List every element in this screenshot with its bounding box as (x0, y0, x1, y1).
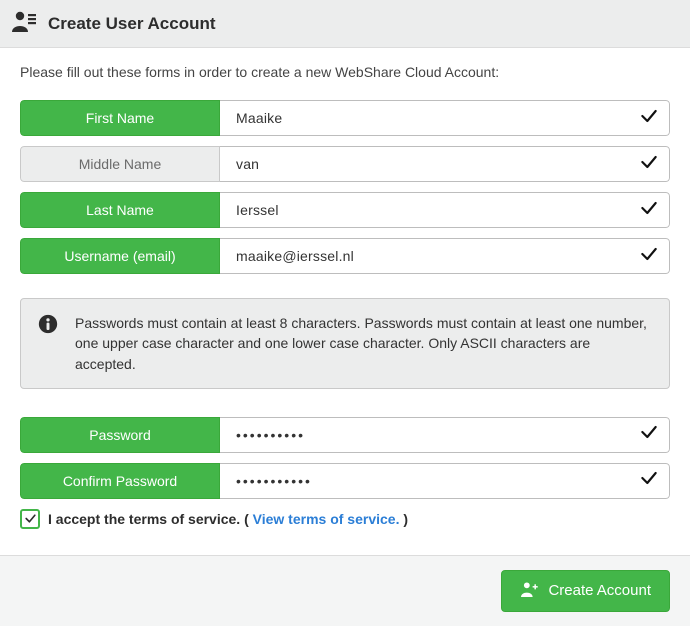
valid-check-icon (639, 198, 659, 223)
last-name-input[interactable]: Ierssel (220, 192, 670, 228)
terms-suffix: ) (399, 511, 408, 527)
user-plus-icon (520, 581, 538, 601)
first-name-row: First Name Maaike (20, 100, 670, 136)
dialog-footer: Create Account (0, 555, 690, 626)
dialog-title: Create User Account (48, 14, 216, 34)
first-name-input[interactable]: Maaike (220, 100, 670, 136)
middle-name-input[interactable]: van (220, 146, 670, 182)
valid-check-icon (639, 468, 659, 493)
dialog-content: Please fill out these forms in order to … (0, 48, 690, 537)
password-info-box: Passwords must contain at least 8 charac… (20, 298, 670, 389)
user-add-icon (12, 10, 36, 37)
middle-name-row: Middle Name van (20, 146, 670, 182)
intro-text: Please fill out these forms in order to … (20, 64, 670, 80)
middle-name-label: Middle Name (20, 146, 220, 182)
username-input[interactable]: maaike@ierssel.nl (220, 238, 670, 274)
last-name-row: Last Name Ierssel (20, 192, 670, 228)
create-account-button[interactable]: Create Account (501, 570, 670, 612)
terms-link[interactable]: View terms of service. (253, 511, 400, 527)
middle-name-value: van (236, 147, 639, 181)
username-label: Username (email) (20, 238, 220, 274)
dialog-header: Create User Account (0, 0, 690, 48)
valid-check-icon (639, 106, 659, 131)
password-label: Password (20, 417, 220, 453)
first-name-value: Maaike (236, 101, 639, 135)
last-name-label: Last Name (20, 192, 220, 228)
username-value: maaike@ierssel.nl (236, 239, 639, 273)
valid-check-icon (639, 422, 659, 447)
terms-checkbox[interactable] (20, 509, 40, 529)
info-icon (37, 313, 59, 340)
terms-text: I accept the terms of service. ( View te… (48, 511, 408, 527)
first-name-label: First Name (20, 100, 220, 136)
create-account-label: Create Account (548, 582, 651, 599)
confirm-password-row: Confirm Password ••••••••••• (20, 463, 670, 499)
valid-check-icon (639, 244, 659, 269)
password-input[interactable]: •••••••••• (220, 417, 670, 453)
confirm-password-label: Confirm Password (20, 463, 220, 499)
password-info-text: Passwords must contain at least 8 charac… (75, 313, 653, 374)
confirm-password-value: ••••••••••• (236, 464, 639, 498)
username-row: Username (email) maaike@ierssel.nl (20, 238, 670, 274)
password-value: •••••••••• (236, 418, 639, 452)
last-name-value: Ierssel (236, 193, 639, 227)
confirm-password-input[interactable]: ••••••••••• (220, 463, 670, 499)
terms-row: I accept the terms of service. ( View te… (20, 509, 670, 529)
valid-check-icon (639, 152, 659, 177)
terms-prefix: I accept the terms of service. ( (48, 511, 253, 527)
password-row: Password •••••••••• (20, 417, 670, 453)
